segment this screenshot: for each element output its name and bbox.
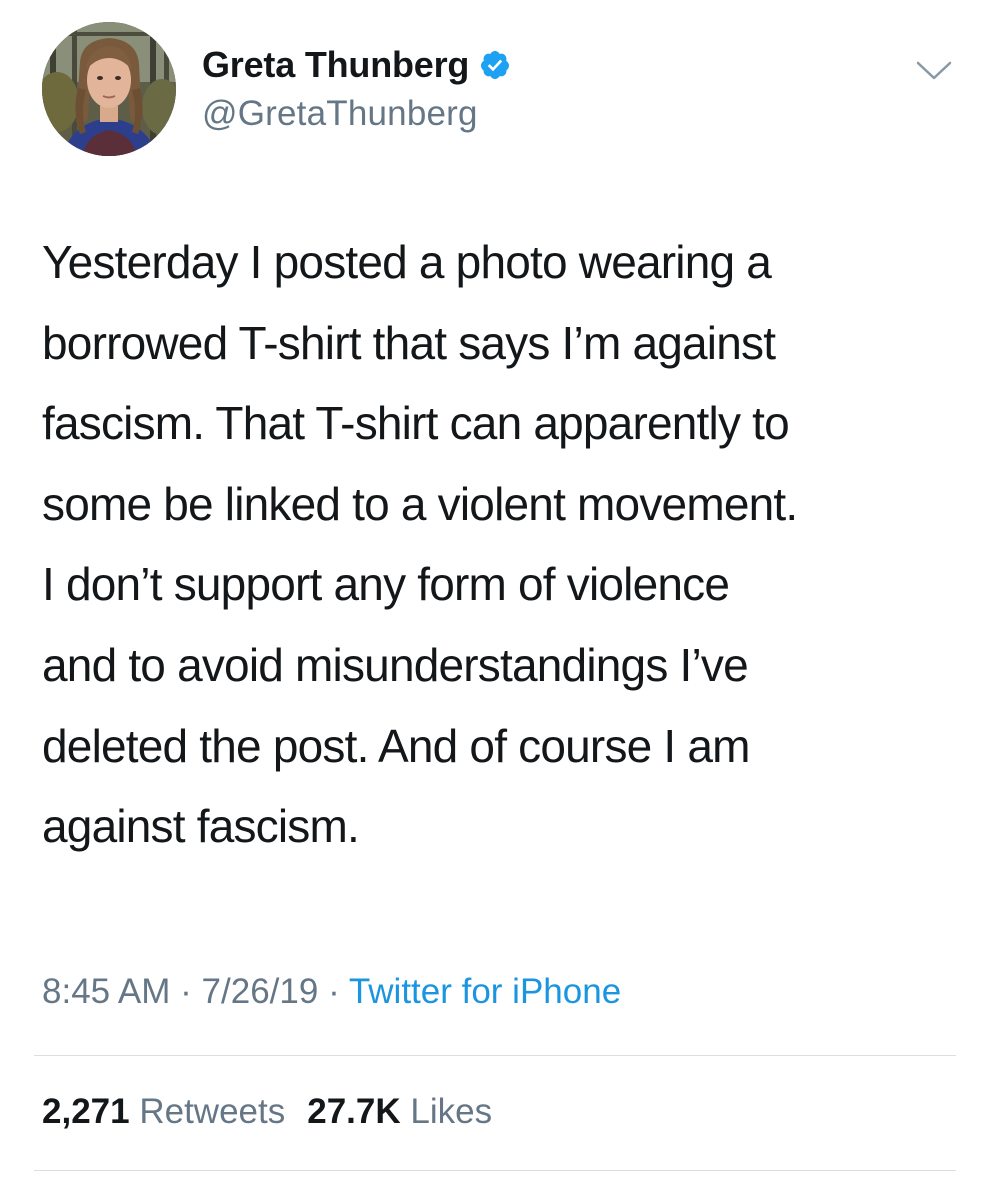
tweet-text-line: borrowed T-shirt that says I’m against: [42, 316, 776, 369]
display-name[interactable]: Greta Thunberg: [202, 44, 469, 86]
tweet-stats: 2,271 Retweets 27.7K Likes: [42, 1092, 492, 1132]
likes-count: 27.7K: [307, 1092, 401, 1131]
likes-label: Likes: [410, 1092, 493, 1131]
tweet-date: 7/26/19: [201, 972, 319, 1011]
user-handle[interactable]: @GretaThunberg: [202, 94, 478, 134]
tweet-text: Yesterday I posted a photo wearing a bor…: [42, 222, 972, 867]
tweet-metadata: 8:45 AM · 7/26/19 · Twitter for iPhone: [42, 972, 621, 1012]
retweets-stat[interactable]: 2,271 Retweets: [42, 1092, 285, 1131]
divider: [34, 1055, 956, 1056]
tweet-text-line: some be linked to a violent movement.: [42, 477, 798, 530]
retweets-label: Retweets: [139, 1092, 286, 1131]
tweet-card: Greta Thunberg @GretaThunberg Yesterday …: [0, 0, 990, 1200]
author-row: Greta Thunberg: [202, 42, 511, 88]
verified-badge-icon: [479, 49, 511, 81]
tweet-text-line: Yesterday I posted a photo wearing a: [42, 236, 772, 288]
tweet-text-line: I don’t support any form of violence: [42, 558, 730, 611]
avatar[interactable]: [42, 22, 176, 156]
retweets-count: 2,271: [42, 1092, 130, 1131]
chevron-down-icon[interactable]: [914, 58, 954, 84]
divider: [34, 1170, 956, 1171]
tweet-text-line: deleted the post. And of course I am: [42, 719, 750, 772]
tweet-text-line: against fascism.: [42, 800, 360, 853]
meta-separator: ·: [180, 972, 192, 1011]
tweet-source-link[interactable]: Twitter for iPhone: [349, 972, 621, 1011]
meta-separator: ·: [328, 972, 340, 1011]
avatar-image: [42, 22, 176, 156]
tweet-text-line: fascism. That T-shirt can apparently to: [42, 397, 790, 450]
tweet-time: 8:45 AM: [42, 972, 171, 1011]
likes-stat[interactable]: 27.7K Likes: [307, 1092, 492, 1131]
tweet-text-line: and to avoid misunderstandings I’ve: [42, 638, 749, 691]
